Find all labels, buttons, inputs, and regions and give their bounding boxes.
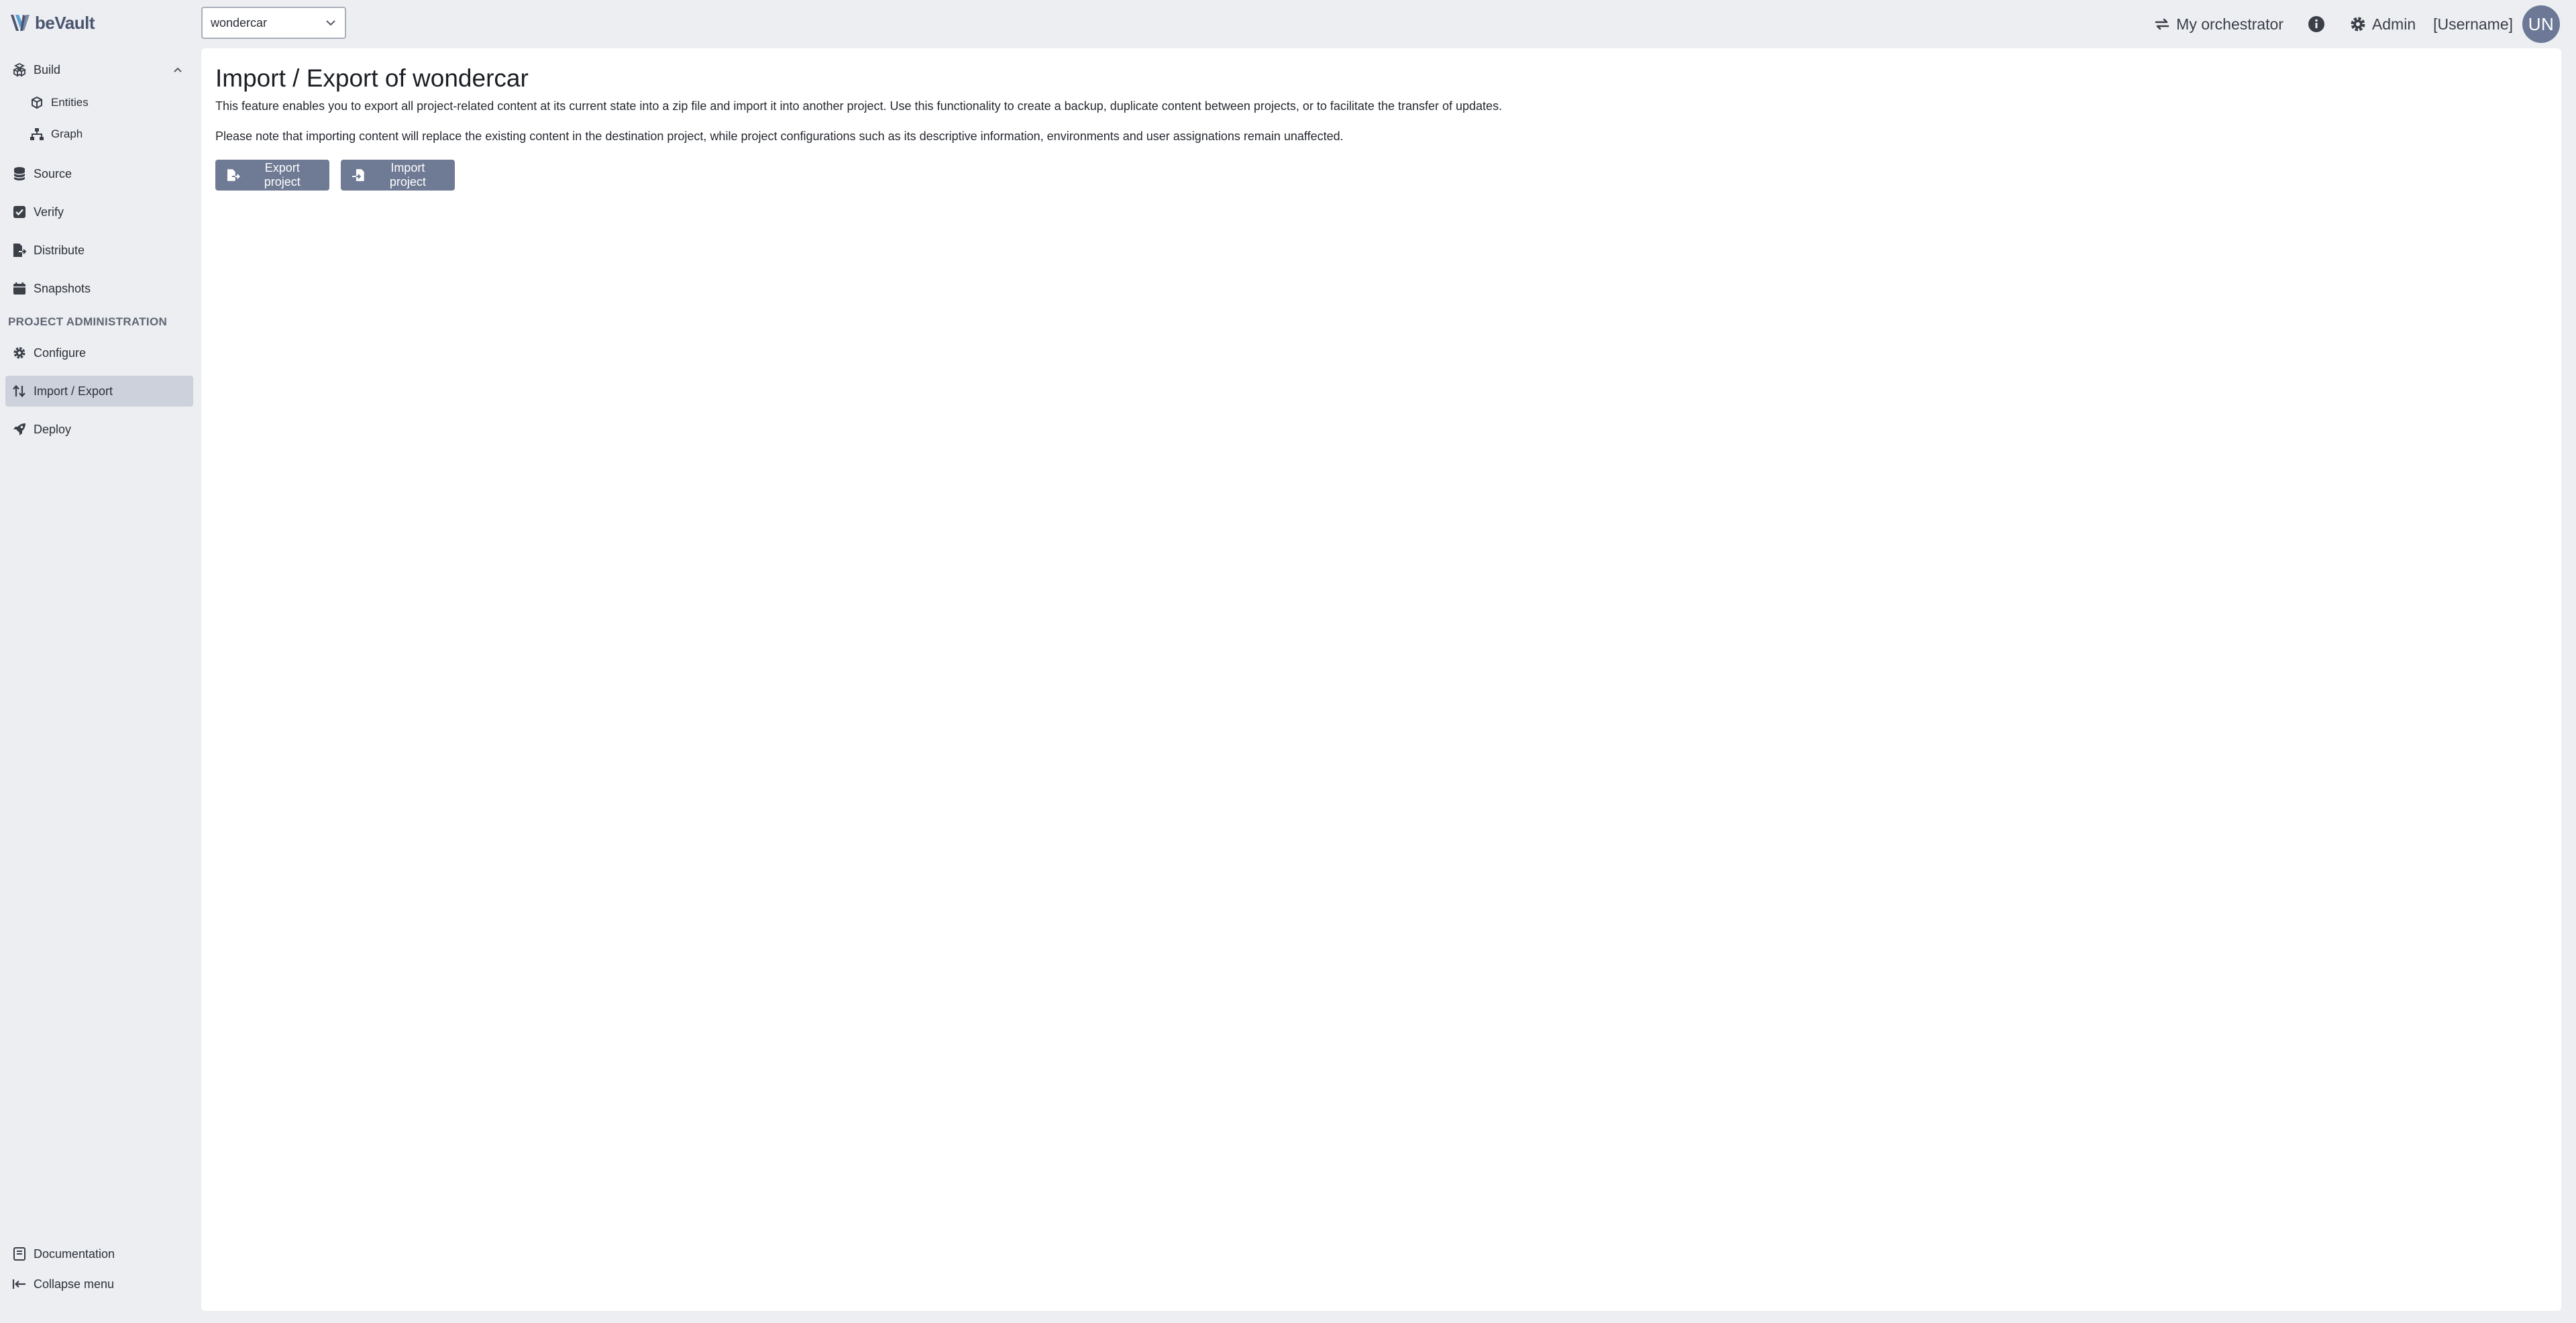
collapse-left-icon xyxy=(12,1277,27,1291)
sidebar-item-label: Graph xyxy=(51,127,83,140)
gear-icon xyxy=(2351,17,2365,32)
sidebar-item-label: Distribute xyxy=(34,243,85,257)
export-button-label: Export project xyxy=(264,161,301,189)
file-export-icon xyxy=(227,169,240,181)
admin-label: Admin xyxy=(2371,15,2416,33)
admin-link[interactable]: Admin xyxy=(2349,15,2416,34)
sort-arrows-icon xyxy=(12,384,27,399)
book-icon xyxy=(12,1247,27,1261)
section-label-project-administration: PROJECT ADMINISTRATION xyxy=(8,315,168,328)
rocket-icon xyxy=(12,422,27,437)
project-select[interactable]: wondercar xyxy=(201,7,346,39)
sidebar-item-entities[interactable]: Entities xyxy=(5,87,193,118)
sidebar-item-label: Snapshots xyxy=(34,281,91,295)
top-bar: beVault wondercar My orchestrator Admin … xyxy=(0,0,2576,48)
orchestrator-link[interactable]: My orchestrator xyxy=(2153,15,2284,34)
sidebar-item-label: Entities xyxy=(51,96,89,109)
import-project-button[interactable]: Import project xyxy=(341,160,455,191)
sidebar-item-documentation[interactable]: Documentation xyxy=(5,1238,193,1269)
project-select-value: wondercar xyxy=(211,15,268,30)
file-export-icon xyxy=(12,243,27,258)
main-panel: Import / Export of wondercar This featur… xyxy=(201,48,2561,1311)
info-circle-icon xyxy=(2308,16,2324,32)
brand-name: beVault xyxy=(35,12,95,33)
chevron-down-icon xyxy=(326,20,335,26)
username: [Username] xyxy=(2433,15,2513,33)
sidebar-item-deploy[interactable]: Deploy xyxy=(5,414,193,445)
sidebar-item-label: Deploy xyxy=(34,422,72,436)
sync-arrows-icon xyxy=(2155,18,2169,30)
sidebar-item-build[interactable]: Build xyxy=(5,54,193,85)
cube-icon xyxy=(30,95,44,110)
documentation-label: Documentation xyxy=(34,1247,115,1261)
sidebar-item-source[interactable]: Source xyxy=(5,158,193,189)
cubes-icon xyxy=(12,62,27,77)
gear-icon xyxy=(12,346,27,360)
import-button-label: Import project xyxy=(389,161,426,189)
avatar-initials: UN xyxy=(2528,13,2555,34)
avatar[interactable]: UN xyxy=(2522,5,2560,43)
bevault-logo-icon xyxy=(11,15,30,31)
check-square-icon xyxy=(12,205,27,219)
file-import-icon xyxy=(352,169,364,181)
calendar-icon xyxy=(12,281,27,296)
header-actions: My orchestrator Admin [Username] UN xyxy=(2153,5,2560,43)
sidebar-item-configure[interactable]: Configure xyxy=(5,337,193,368)
info-button[interactable] xyxy=(2308,15,2325,33)
collapse-menu-button[interactable]: Collapse menu xyxy=(5,1269,193,1300)
sidebar-item-label: Import / Export xyxy=(34,384,113,398)
sidebar-item-graph[interactable]: Graph xyxy=(5,119,193,150)
sidebar-item-snapshots[interactable]: Snapshots xyxy=(5,273,193,304)
sidebar-item-import-export[interactable]: Import / Export xyxy=(5,376,193,407)
database-icon xyxy=(12,166,27,181)
sidebar-item-label: Verify xyxy=(34,205,64,219)
orchestrator-label: My orchestrator xyxy=(2176,15,2284,33)
sidebar-item-label: Configure xyxy=(34,346,87,360)
page-title: Import / Export of wondercar xyxy=(215,64,529,92)
sidebar-item-label: Build xyxy=(34,62,61,76)
export-project-button[interactable]: Export project xyxy=(215,160,329,191)
sidebar-item-label: Source xyxy=(34,166,72,180)
sidebar-item-distribute[interactable]: Distribute xyxy=(5,235,193,266)
sitemap-icon xyxy=(30,127,44,142)
sidebar-item-verify[interactable]: Verify xyxy=(5,197,193,227)
chevron-up-icon xyxy=(174,67,182,72)
collapse-menu-label: Collapse menu xyxy=(34,1277,115,1291)
sidebar: Build Entities Graph Source Verify Distr… xyxy=(0,48,201,1323)
warning-text: Please note that importing content will … xyxy=(215,129,1344,143)
brand-logo[interactable]: beVault xyxy=(8,9,95,36)
description-text: This feature enables you to export all p… xyxy=(215,99,1503,113)
